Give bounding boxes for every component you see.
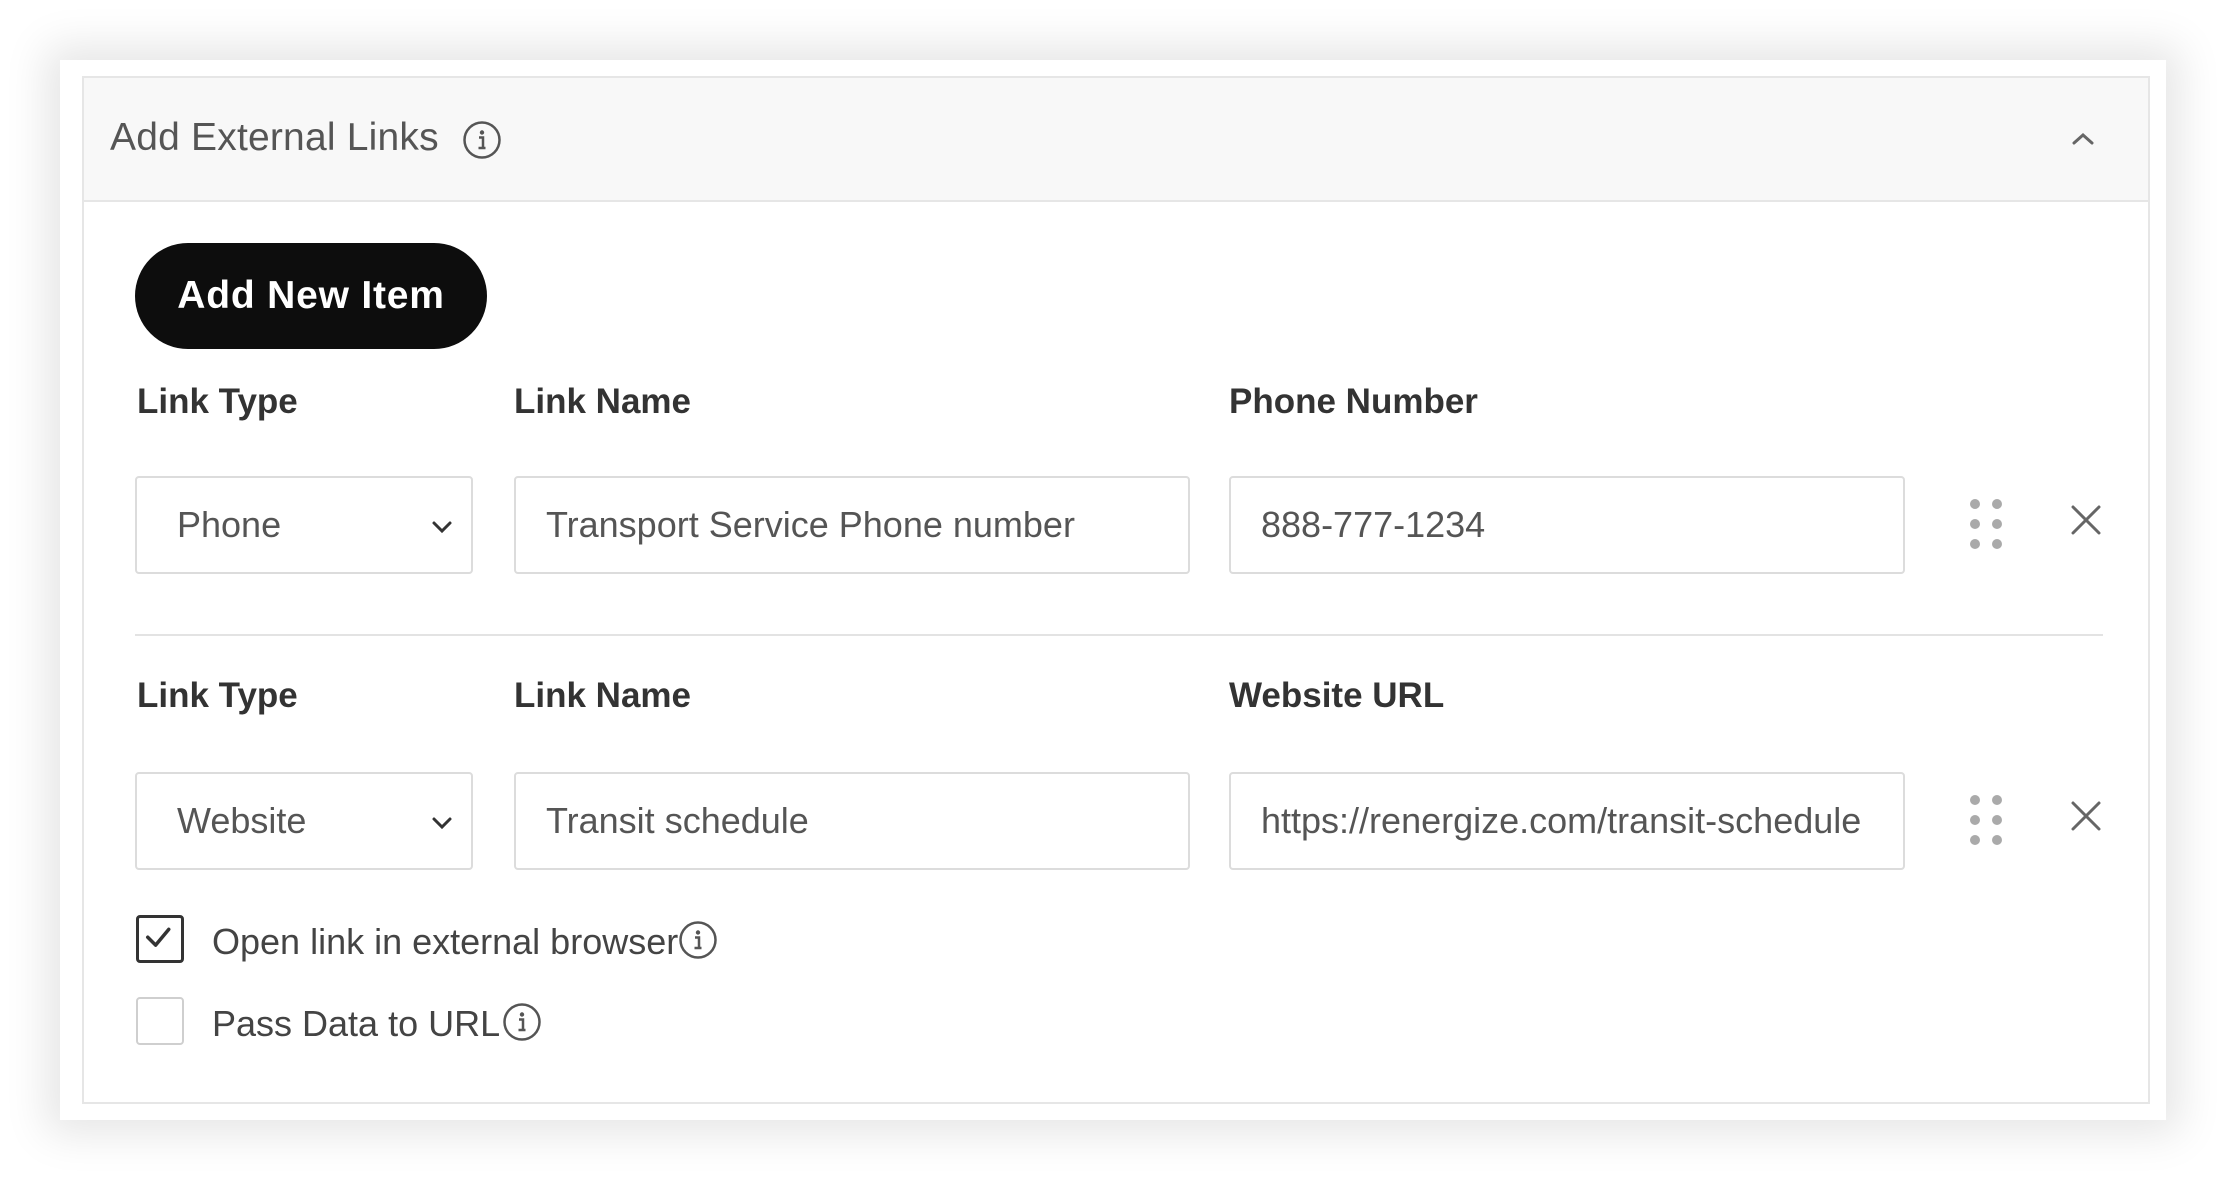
website-url-value: https://renergize.com/transit-schedule: [1261, 800, 1862, 841]
link-name-input[interactable]: Transport Service Phone number: [514, 476, 1190, 574]
close-icon[interactable]: [2069, 799, 2103, 833]
link-name-value: Transport Service Phone number: [546, 504, 1075, 545]
drag-handle-icon[interactable]: [1966, 496, 2006, 552]
website-url-label: Website URL: [1229, 676, 1445, 715]
close-icon[interactable]: [2069, 503, 2103, 537]
link-name-label: Link Name: [514, 676, 691, 715]
chevron-down-icon: [432, 817, 452, 830]
info-icon[interactable]: [678, 920, 718, 960]
link-type-select[interactable]: Website: [135, 772, 473, 870]
phone-number-label: Phone Number: [1229, 382, 1478, 421]
website-url-input[interactable]: https://renergize.com/transit-schedule: [1229, 772, 1905, 870]
chevron-up-icon[interactable]: [2068, 124, 2098, 154]
pass-data-checkbox[interactable]: [136, 997, 184, 1045]
panel-title: Add External Links: [110, 116, 439, 159]
link-type-label: Link Type: [137, 382, 298, 421]
checkmark-icon: [146, 927, 171, 947]
phone-number-input[interactable]: 888-777-1234: [1229, 476, 1905, 574]
add-new-item-button[interactable]: Add New Item: [135, 243, 487, 349]
divider: [135, 634, 2103, 636]
external-links-panel: Add External Links Add New Item Link Typ…: [82, 76, 2150, 1104]
drag-handle-icon[interactable]: [1966, 792, 2006, 848]
pass-data-label: Pass Data to URL: [212, 1003, 501, 1044]
info-icon[interactable]: [502, 1002, 542, 1042]
link-type-label: Link Type: [137, 676, 298, 715]
link-type-value: Phone: [177, 504, 282, 545]
info-icon[interactable]: [462, 120, 502, 160]
link-type-select[interactable]: Phone: [135, 476, 473, 574]
link-name-value: Transit schedule: [546, 800, 809, 841]
open-external-label: Open link in external browser: [212, 921, 679, 962]
chevron-down-icon: [432, 521, 452, 534]
link-name-input[interactable]: Transit schedule: [514, 772, 1190, 870]
card: Add External Links Add New Item Link Typ…: [60, 60, 2166, 1120]
open-external-checkbox[interactable]: [136, 915, 184, 963]
panel-header[interactable]: Add External Links: [84, 78, 2148, 202]
link-name-label: Link Name: [514, 382, 691, 421]
phone-number-value: 888-777-1234: [1261, 504, 1486, 545]
link-type-value: Website: [177, 800, 307, 841]
